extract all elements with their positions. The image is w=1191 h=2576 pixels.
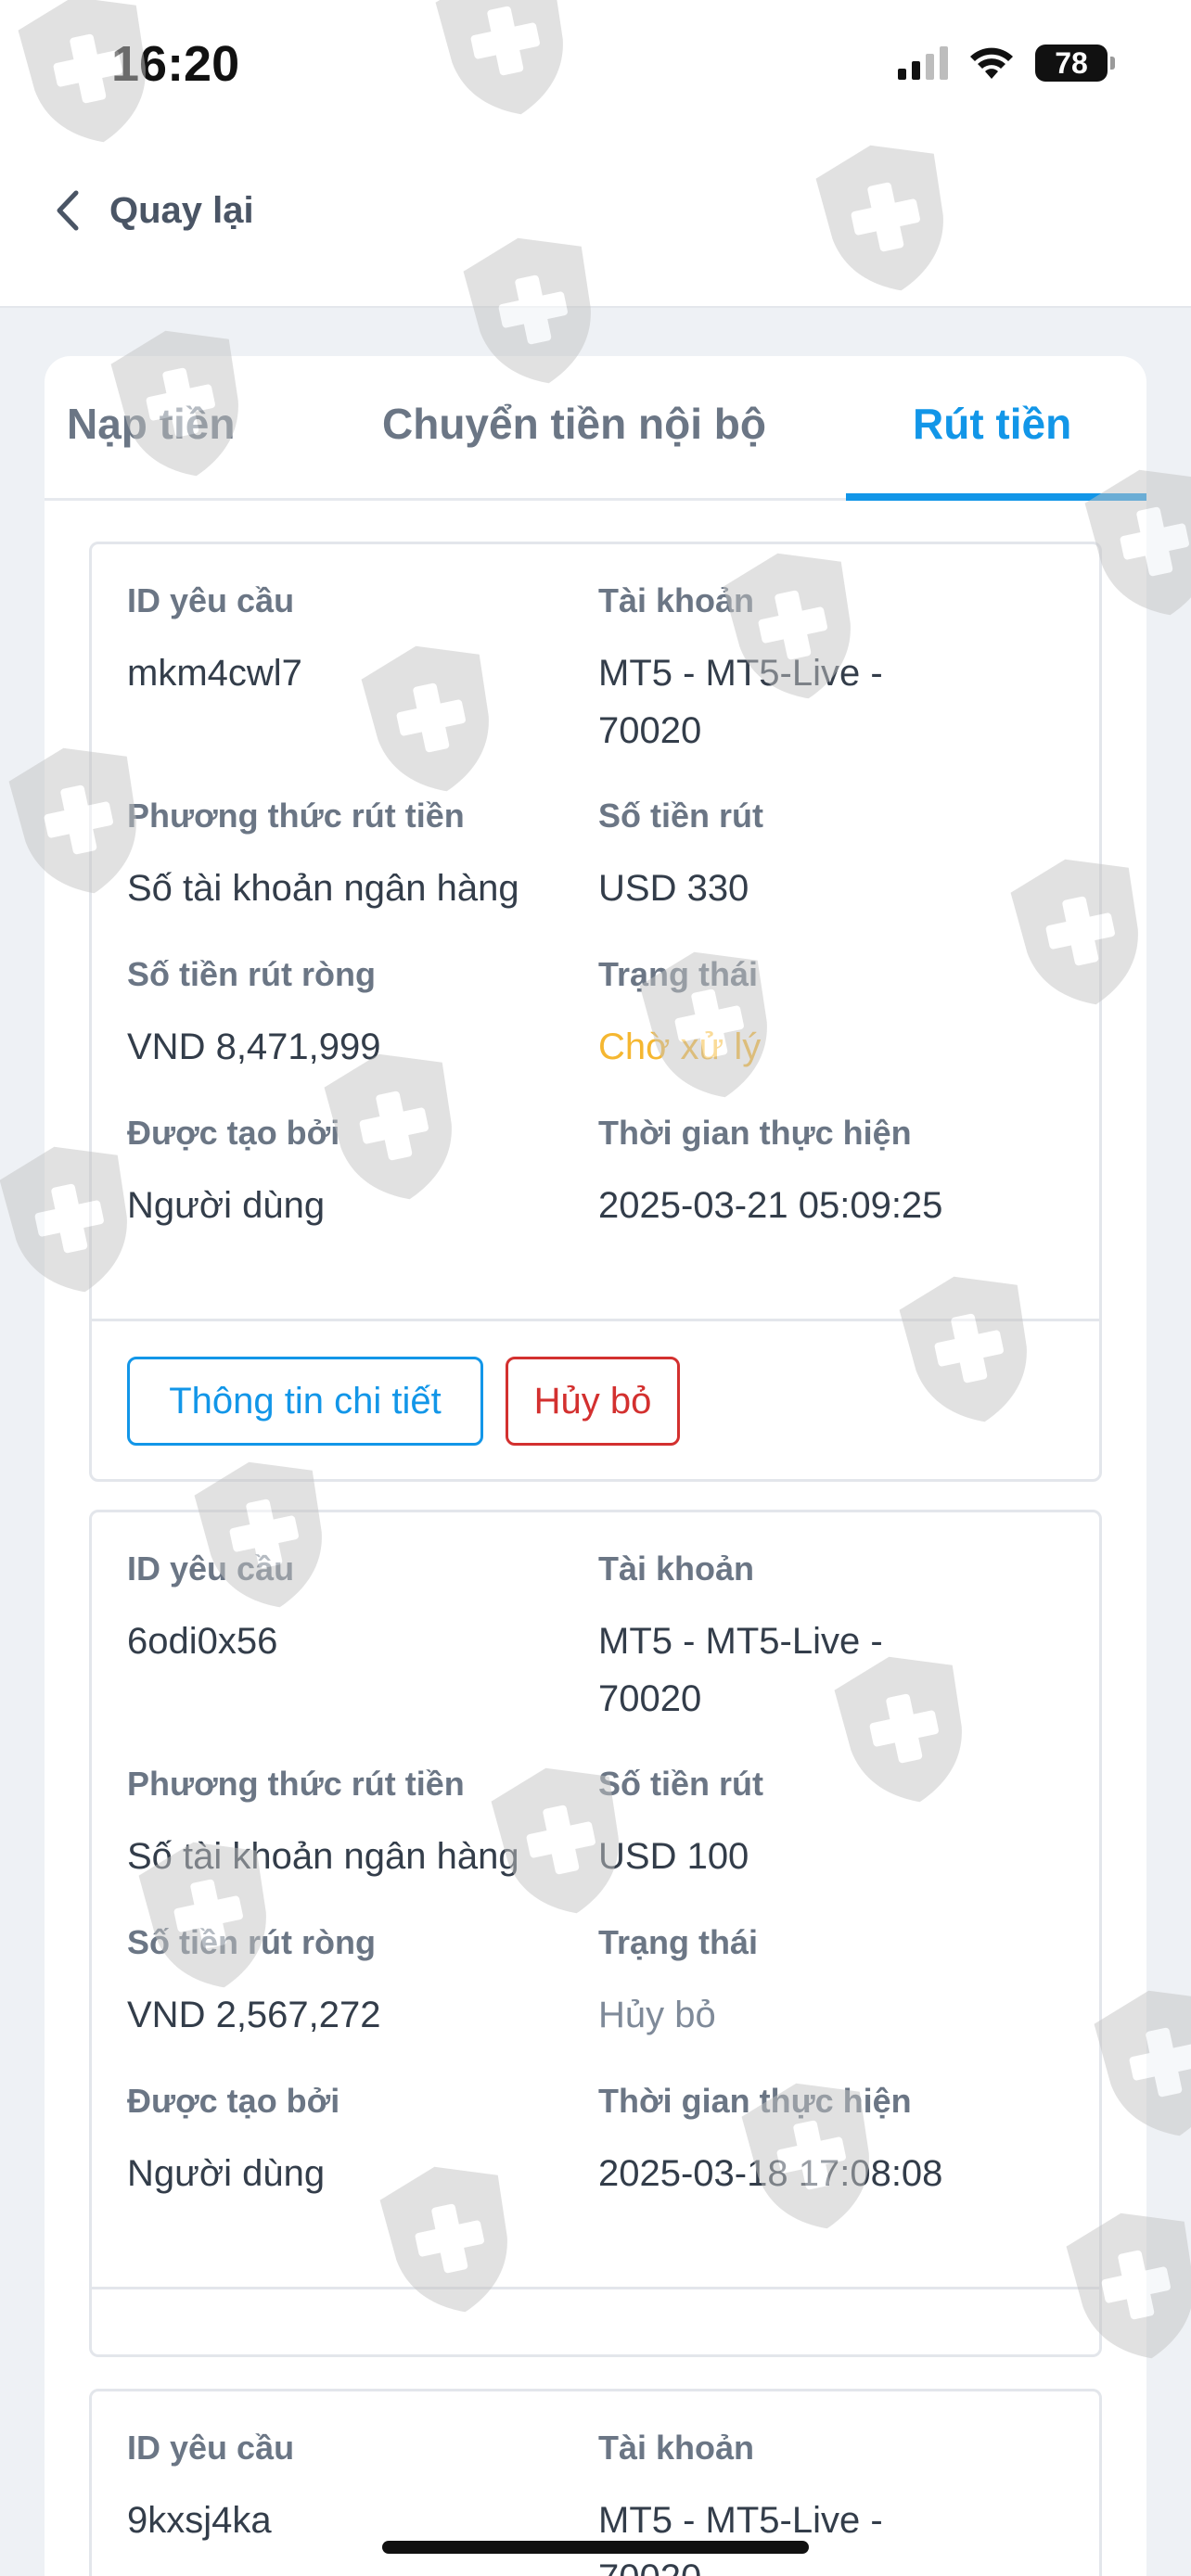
tab-deposit[interactable]: Nạp tiền xyxy=(67,399,235,449)
field-label: Được tạo bởi xyxy=(127,2082,340,2120)
field-label: ID yêu cầu xyxy=(127,1549,295,1588)
field-label: Trạng thái xyxy=(598,955,759,993)
method-value: Số tài khoản ngân hàng xyxy=(127,868,519,909)
field-label: Số tiền rút xyxy=(598,797,763,835)
details-button[interactable]: Thông tin chi tiết xyxy=(127,1357,483,1446)
field-label: Trạng thái xyxy=(598,1923,759,1961)
field-request-id: ID yêu cầu mkm4cwl7 xyxy=(127,581,582,702)
field-account: Tài khoản MT5 - MT5-Live - 70020 xyxy=(598,2429,1081,2576)
home-indicator xyxy=(382,2541,809,2554)
tab-bar: Nạp tiền Chuyển tiền nội bộ Rút tiền xyxy=(45,356,1146,501)
account-value: MT5 - MT5-Live - 70020 xyxy=(598,2500,883,2576)
withdraw-request-card: ID yêu cầu 6odi0x56 Tài khoản MT5 - MT5-… xyxy=(89,1510,1102,2357)
net-amount-value: VND 8,471,999 xyxy=(127,1027,381,1067)
time-value: 2025-03-18 17:08:08 xyxy=(598,2153,943,2194)
field-label: Số tiền rút ròng xyxy=(127,1923,376,1961)
chevron-left-icon xyxy=(57,190,79,231)
tab-withdraw[interactable]: Rút tiền xyxy=(913,399,1071,449)
field-label: Tài khoản xyxy=(598,2429,755,2467)
net-amount-value: VND 2,567,272 xyxy=(127,1995,381,2035)
field-status: Trạng thái Hủy bỏ xyxy=(598,1923,1081,2044)
request-id-value: mkm4cwl7 xyxy=(127,653,302,694)
field-request-id: ID yêu cầu 9kxsj4ka xyxy=(127,2429,582,2549)
account-value: MT5 - MT5-Live - 70020 xyxy=(598,653,883,751)
field-label: Được tạo bởi xyxy=(127,1114,340,1152)
back-button[interactable]: Quay lại xyxy=(52,187,254,234)
field-label: ID yêu cầu xyxy=(127,2429,295,2467)
field-label: Thời gian thực hiện xyxy=(598,2082,912,2120)
request-details: ID yêu cầu 6odi0x56 Tài khoản MT5 - MT5-… xyxy=(92,1512,1099,2289)
field-label: Tài khoản xyxy=(598,1549,755,1588)
amount-value: USD 330 xyxy=(598,868,749,909)
field-label: Thời gian thực hiện xyxy=(598,1114,912,1152)
status-value: Hủy bỏ xyxy=(598,1995,716,2035)
field-label: Phương thức rút tiền xyxy=(127,1765,465,1803)
top-nav-header: Quay lại xyxy=(0,139,1191,308)
field-method: Phương thức rút tiền Số tài khoản ngân h… xyxy=(127,797,582,917)
field-amount: Số tiền rút USD 100 xyxy=(598,1765,1081,1885)
request-id-value: 6odi0x56 xyxy=(127,1621,278,1662)
field-label: Số tiền rút xyxy=(598,1765,763,1803)
wifi-icon xyxy=(970,47,1013,79)
status-time: 16:20 xyxy=(111,36,240,92)
battery-icon: 78 xyxy=(1035,45,1115,82)
withdraw-request-card: ID yêu cầu mkm4cwl7 Tài khoản MT5 - MT5-… xyxy=(89,542,1102,1482)
field-label: Số tiền rút ròng xyxy=(127,955,376,993)
method-value: Số tài khoản ngân hàng xyxy=(127,1836,519,1877)
account-value: MT5 - MT5-Live - 70020 xyxy=(598,1621,883,1719)
cellular-signal-icon xyxy=(898,46,948,80)
field-method: Phương thức rút tiền Số tài khoản ngân h… xyxy=(127,1765,582,1885)
status-value: Chờ xử lý xyxy=(598,1027,762,1067)
field-account: Tài khoản MT5 - MT5-Live - 70020 xyxy=(598,1549,1081,1728)
created-by-value: Người dùng xyxy=(127,1185,326,1226)
created-by-value: Người dùng xyxy=(127,2153,326,2194)
field-time: Thời gian thực hiện 2025-03-18 17:08:08 xyxy=(598,2082,1081,2202)
field-amount: Số tiền rút USD 330 xyxy=(598,797,1081,917)
cancel-request-button[interactable]: Hủy bỏ xyxy=(506,1357,680,1446)
time-value: 2025-03-21 05:09:25 xyxy=(598,1185,943,1226)
tab-internal-transfer[interactable]: Chuyển tiền nội bộ xyxy=(382,399,766,449)
field-net-amount: Số tiền rút ròng VND 8,471,999 xyxy=(127,955,582,1076)
request-actions-empty xyxy=(92,2289,1099,2354)
field-account: Tài khoản MT5 - MT5-Live - 70020 xyxy=(598,581,1081,759)
request-actions: Thông tin chi tiết Hủy bỏ xyxy=(92,1321,1099,1479)
field-label: ID yêu cầu xyxy=(127,581,295,619)
field-label: Tài khoản xyxy=(598,581,755,619)
field-net-amount: Số tiền rút ròng VND 2,567,272 xyxy=(127,1923,582,2044)
amount-value: USD 100 xyxy=(598,1836,749,1877)
field-request-id: ID yêu cầu 6odi0x56 xyxy=(127,1549,582,1670)
field-label: Phương thức rút tiền xyxy=(127,797,465,835)
status-icons: 78 xyxy=(898,45,1115,82)
field-created-by: Được tạo bởi Người dùng xyxy=(127,1114,582,1234)
field-created-by: Được tạo bởi Người dùng xyxy=(127,2082,582,2202)
transactions-card: Nạp tiền Chuyển tiền nội bộ Rút tiền ID … xyxy=(45,356,1146,2576)
status-bar: 16:20 78 xyxy=(0,0,1191,139)
field-time: Thời gian thực hiện 2025-03-21 05:09:25 xyxy=(598,1114,1081,1234)
field-status: Trạng thái Chờ xử lý xyxy=(598,955,1081,1076)
active-tab-indicator xyxy=(846,493,1146,501)
request-details: ID yêu cầu mkm4cwl7 Tài khoản MT5 - MT5-… xyxy=(92,544,1099,1321)
back-label: Quay lại xyxy=(109,189,254,231)
